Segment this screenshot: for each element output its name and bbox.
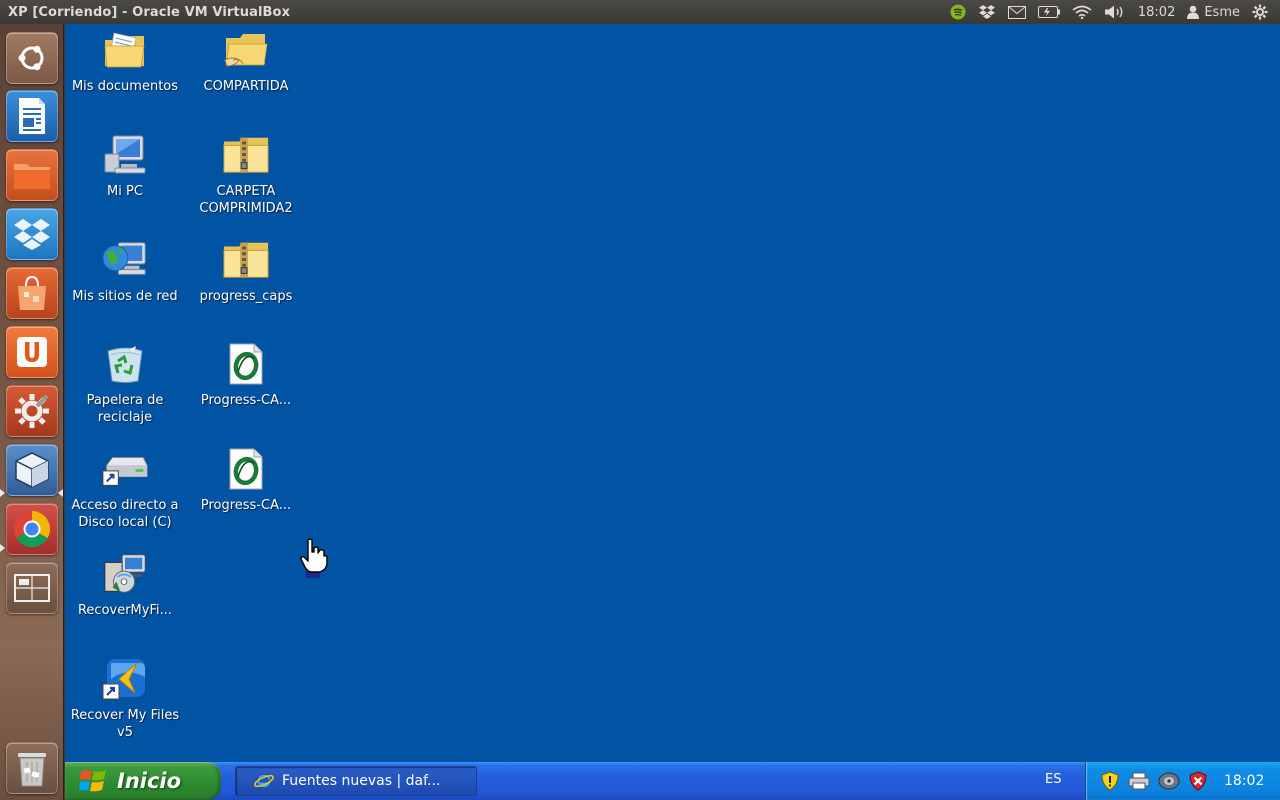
internet-explorer-icon xyxy=(254,773,274,789)
language-indicator[interactable]: ES xyxy=(1045,772,1061,787)
recycle-bin-icon xyxy=(101,340,149,388)
desktop-icon-label: Acceso directo a Disco local (C) xyxy=(71,498,179,530)
system-tray: 18:02 xyxy=(1085,762,1280,800)
clock[interactable]: 18:02 xyxy=(1132,0,1181,24)
speaker-tray-icon[interactable] xyxy=(1158,771,1180,791)
user-icon xyxy=(1187,5,1200,19)
desktop-icon-mis-sitios-de-red[interactable]: Mis sitios de red xyxy=(65,236,185,305)
zip-folder-icon xyxy=(222,131,270,179)
dropbox-icon[interactable] xyxy=(972,0,1002,24)
taskbar-window-button[interactable]: Fuentes nuevas | daf... xyxy=(235,766,477,796)
launcher-virtualbox[interactable] xyxy=(6,444,58,496)
xp-desktop[interactable]: Mis documentos Mi PC Mis sitios de red P… xyxy=(65,24,1280,762)
window-title: XP [Corriendo] - Oracle VM VirtualBox xyxy=(8,4,291,20)
top-panel: XP [Corriendo] - Oracle VM VirtualBox 18… xyxy=(0,0,1280,24)
launcher-ubuntu-dash[interactable] xyxy=(6,32,58,84)
desktop-icon-papelera-de-reciclaje[interactable]: Papelera de reciclaje xyxy=(65,340,185,426)
ubuntu-one-icon xyxy=(17,337,47,367)
ubuntu-logo-icon xyxy=(18,45,44,71)
desktop-icon-progress-caps[interactable]: progress_caps xyxy=(186,236,306,305)
spotify-icon[interactable] xyxy=(944,0,972,24)
installer-icon xyxy=(101,550,149,598)
wifi-icon[interactable] xyxy=(1066,0,1098,24)
security-shield-icon[interactable] xyxy=(1100,771,1120,791)
desktop-icon-label: Mi PC xyxy=(107,184,143,199)
desktop-icon-label: Recover My Files v5 xyxy=(70,708,180,740)
drive-shortcut-icon xyxy=(101,445,149,493)
shopping-bag-icon xyxy=(18,275,46,310)
indicator-area: 18:02 Esme xyxy=(944,0,1280,24)
folder-shared-icon xyxy=(222,26,270,74)
taskbar-window-label: Fuentes nuevas | daf... xyxy=(282,773,441,789)
launcher-files[interactable] xyxy=(6,149,58,201)
desktop-icon-label: progress_caps xyxy=(199,289,293,304)
launcher-ubuntu-one[interactable] xyxy=(6,326,58,378)
recover-app-icon xyxy=(101,655,149,703)
document-o-icon xyxy=(222,340,270,388)
desktop-icon-label: Mis documentos xyxy=(71,79,179,94)
windows-logo-icon xyxy=(79,770,106,792)
computer-icon xyxy=(101,131,149,179)
dropbox-box-icon xyxy=(14,219,50,250)
launcher-software-center[interactable] xyxy=(6,267,58,319)
hand-cursor-icon xyxy=(300,538,328,578)
launcher-dropbox[interactable] xyxy=(6,208,58,260)
security-alert-icon[interactable] xyxy=(1188,771,1208,791)
virtualbox-cube-icon xyxy=(15,452,49,488)
desktop-icon-mis-documentos[interactable]: Mis documentos xyxy=(65,26,185,95)
desktop-icon-recover-my-files-v5[interactable]: Recover My Files v5 xyxy=(65,655,185,741)
mail-icon[interactable] xyxy=(1002,0,1032,24)
desktop-icon-progress-ca-1[interactable]: Progress-CA... xyxy=(186,340,306,409)
desktop-icon-label: Progress-CA... xyxy=(200,498,292,513)
gear-icon[interactable] xyxy=(1246,0,1274,24)
chrome-icon xyxy=(13,511,51,548)
settings-wrench-icon xyxy=(15,394,49,428)
desktop-icon-compartida[interactable]: COMPARTIDA xyxy=(186,26,306,95)
printer-icon[interactable] xyxy=(1128,771,1150,791)
desktop-icon-label: Papelera de reciclaje xyxy=(86,393,164,425)
network-icon xyxy=(101,236,149,284)
launcher-writer[interactable] xyxy=(6,90,58,142)
xp-taskbar: Inicio Fuentes nuevas | daf... ES 18:02 xyxy=(65,762,1280,800)
running-indicator-left xyxy=(0,489,5,497)
desktop-icon-acceso-directo-disco-local[interactable]: Acceso directo a Disco local (C) xyxy=(65,445,185,531)
user-menu[interactable]: Esme xyxy=(1181,0,1246,24)
zip-folder-icon xyxy=(222,236,270,284)
desktop-icon-progress-ca-2[interactable]: Progress-CA... xyxy=(186,445,306,514)
launcher-trash[interactable] xyxy=(6,742,58,794)
desktop-icon-recovermyfiles-installer[interactable]: RecoverMyFi... xyxy=(65,550,185,619)
trash-icon xyxy=(18,753,46,787)
launcher-workspace-switcher[interactable] xyxy=(6,562,58,614)
document-o-icon xyxy=(222,445,270,493)
start-label: Inicio xyxy=(117,769,182,793)
folder-documents-icon xyxy=(101,26,149,74)
desktop-icon-label: Progress-CA... xyxy=(200,393,292,408)
launcher-chrome[interactable] xyxy=(6,503,58,555)
battery-icon[interactable] xyxy=(1032,0,1066,24)
focused-indicator-right xyxy=(58,489,63,497)
volume-icon[interactable] xyxy=(1098,0,1132,24)
desktop-icon-label: RecoverMyFi... xyxy=(77,603,173,618)
unity-launcher xyxy=(0,24,64,800)
document-writer-icon xyxy=(19,98,45,134)
desktop-icon-label: Mis sitios de red xyxy=(72,289,178,304)
workspace-icon xyxy=(14,574,50,602)
desktop-icon-carpeta-comprimida2[interactable]: CARPETA COMPRIMIDA2 xyxy=(186,131,306,217)
taskbar-clock[interactable]: 18:02 xyxy=(1224,773,1264,789)
start-button[interactable]: Inicio xyxy=(65,762,221,800)
user-name: Esme xyxy=(1204,4,1240,20)
desktop-icon-mi-pc[interactable]: Mi PC xyxy=(65,131,185,200)
desktop-icon-label: CARPETA COMPRIMIDA2 xyxy=(199,184,293,216)
launcher-system-settings[interactable] xyxy=(6,385,58,437)
running-indicator-left xyxy=(0,544,5,552)
folder-icon xyxy=(14,164,50,189)
desktop-icon-label: COMPARTIDA xyxy=(203,79,289,94)
